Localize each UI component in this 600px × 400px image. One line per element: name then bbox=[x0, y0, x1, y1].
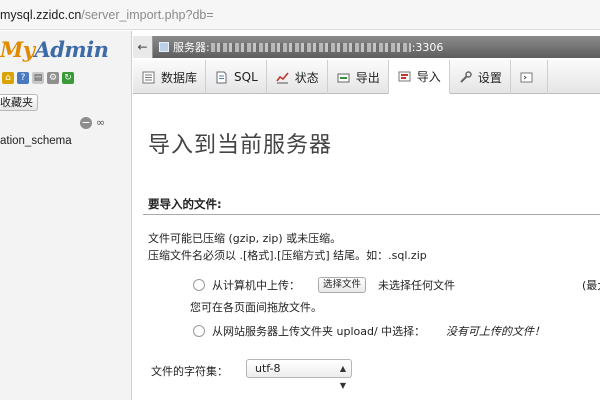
tab-databases[interactable]: 数据库 bbox=[133, 60, 207, 94]
select-arrows-icon: ▲ ▼ bbox=[339, 364, 346, 390]
page-title: 导入到当前服务器 bbox=[148, 133, 333, 158]
back-arrow-icon[interactable]: ← bbox=[133, 36, 153, 58]
import-icon bbox=[398, 70, 411, 83]
upload-from-server-radio[interactable] bbox=[193, 325, 205, 337]
logo-text-admin: Admin bbox=[34, 37, 109, 62]
section-label: 要导入的文件: bbox=[148, 197, 222, 211]
compression-note: 文件可能已压缩 (gzip, zip) 或未压缩。 bbox=[148, 232, 342, 245]
upload-from-server-label[interactable]: 从网站服务器上传文件夹 upload/ 中选择： bbox=[212, 323, 425, 339]
help-icon[interactable]: ? bbox=[17, 72, 29, 84]
charset-select[interactable]: utf-8 ▲ ▼ bbox=[246, 359, 352, 390]
sidebar-item-database[interactable]: ation_schema bbox=[0, 135, 72, 147]
tab-sql[interactable]: SQL bbox=[206, 60, 267, 94]
collapse-all-icon[interactable]: − bbox=[80, 117, 92, 129]
tab-label: SQL bbox=[234, 70, 258, 84]
more-icon bbox=[520, 71, 533, 84]
logo-text-my: My bbox=[0, 37, 35, 62]
document-icon[interactable]: ▤ bbox=[32, 72, 44, 84]
server-breadcrumb-bar: ← 服务器: :3306 bbox=[133, 36, 600, 58]
gear-icon[interactable]: ⚙ bbox=[47, 72, 59, 84]
tab-settings[interactable]: 设置 bbox=[450, 60, 511, 94]
tab-label: 导出 bbox=[355, 70, 380, 85]
section-divider bbox=[143, 214, 600, 215]
choose-file-button[interactable]: 选择文件 bbox=[318, 277, 367, 293]
tab-status[interactable]: 状态 bbox=[267, 60, 328, 94]
tab-label: 数据库 bbox=[161, 70, 198, 85]
file-status-text: 未选择任何文件 bbox=[378, 279, 455, 292]
address-bar[interactable]: mysql.zzidc.cn/server_import.php?db= bbox=[0, 0, 600, 30]
tab-more[interactable] bbox=[511, 60, 548, 94]
no-files-text: 没有可上传的文件！ bbox=[446, 325, 545, 338]
favorites-button[interactable]: 收藏夹 bbox=[0, 94, 38, 111]
sql-icon bbox=[215, 71, 228, 84]
settings-icon bbox=[459, 70, 472, 84]
export-icon bbox=[337, 71, 350, 84]
charset-selected-value: utf-8 bbox=[255, 362, 281, 375]
link-icon[interactable]: ∞ bbox=[96, 116, 105, 129]
reload-icon[interactable]: ↻ bbox=[62, 72, 74, 84]
nav-icon-row: ⌂ ? ▤ ⚙ ↻ bbox=[2, 72, 74, 84]
upload-from-computer-radio[interactable] bbox=[193, 279, 205, 291]
upload-from-computer-label[interactable]: 从计算机中上传： bbox=[212, 277, 300, 293]
server-name-obscured bbox=[210, 42, 411, 52]
database-icon bbox=[142, 71, 155, 84]
server-port: :3306 bbox=[411, 40, 444, 54]
max-size-text: (最大 bbox=[582, 279, 600, 292]
navigation-panel: MyAdmin ⌂ ? ▤ ⚙ ↻ 收藏夹 − ∞ ation_schema bbox=[0, 31, 132, 400]
filename-note: 压缩文件名必须以 .[格式].[压缩方式] 结尾。如：.sql.zip bbox=[148, 249, 427, 262]
tab-export[interactable]: 导出 bbox=[328, 60, 389, 94]
status-icon bbox=[276, 71, 289, 84]
server-icon bbox=[159, 42, 169, 52]
tab-label: 状态 bbox=[294, 70, 319, 85]
top-tab-bar: 数据库 SQL 状态 导出 导入 设置 bbox=[133, 60, 600, 94]
url-path: /server_import.php?db= bbox=[81, 7, 214, 22]
phpmyadmin-logo[interactable]: MyAdmin bbox=[0, 37, 109, 62]
drag-drop-hint: 您可在各页面间拖放文件。 bbox=[190, 301, 322, 314]
tab-label: 设置 bbox=[477, 70, 502, 85]
tab-import[interactable]: 导入 bbox=[388, 60, 450, 94]
tab-label: 导入 bbox=[416, 70, 441, 84]
server-prefix[interactable]: 服务器: bbox=[173, 39, 210, 55]
url-host: mysql.zzidc.cn bbox=[0, 7, 82, 22]
home-icon[interactable]: ⌂ bbox=[2, 72, 14, 84]
charset-label: 文件的字符集： bbox=[151, 365, 228, 378]
